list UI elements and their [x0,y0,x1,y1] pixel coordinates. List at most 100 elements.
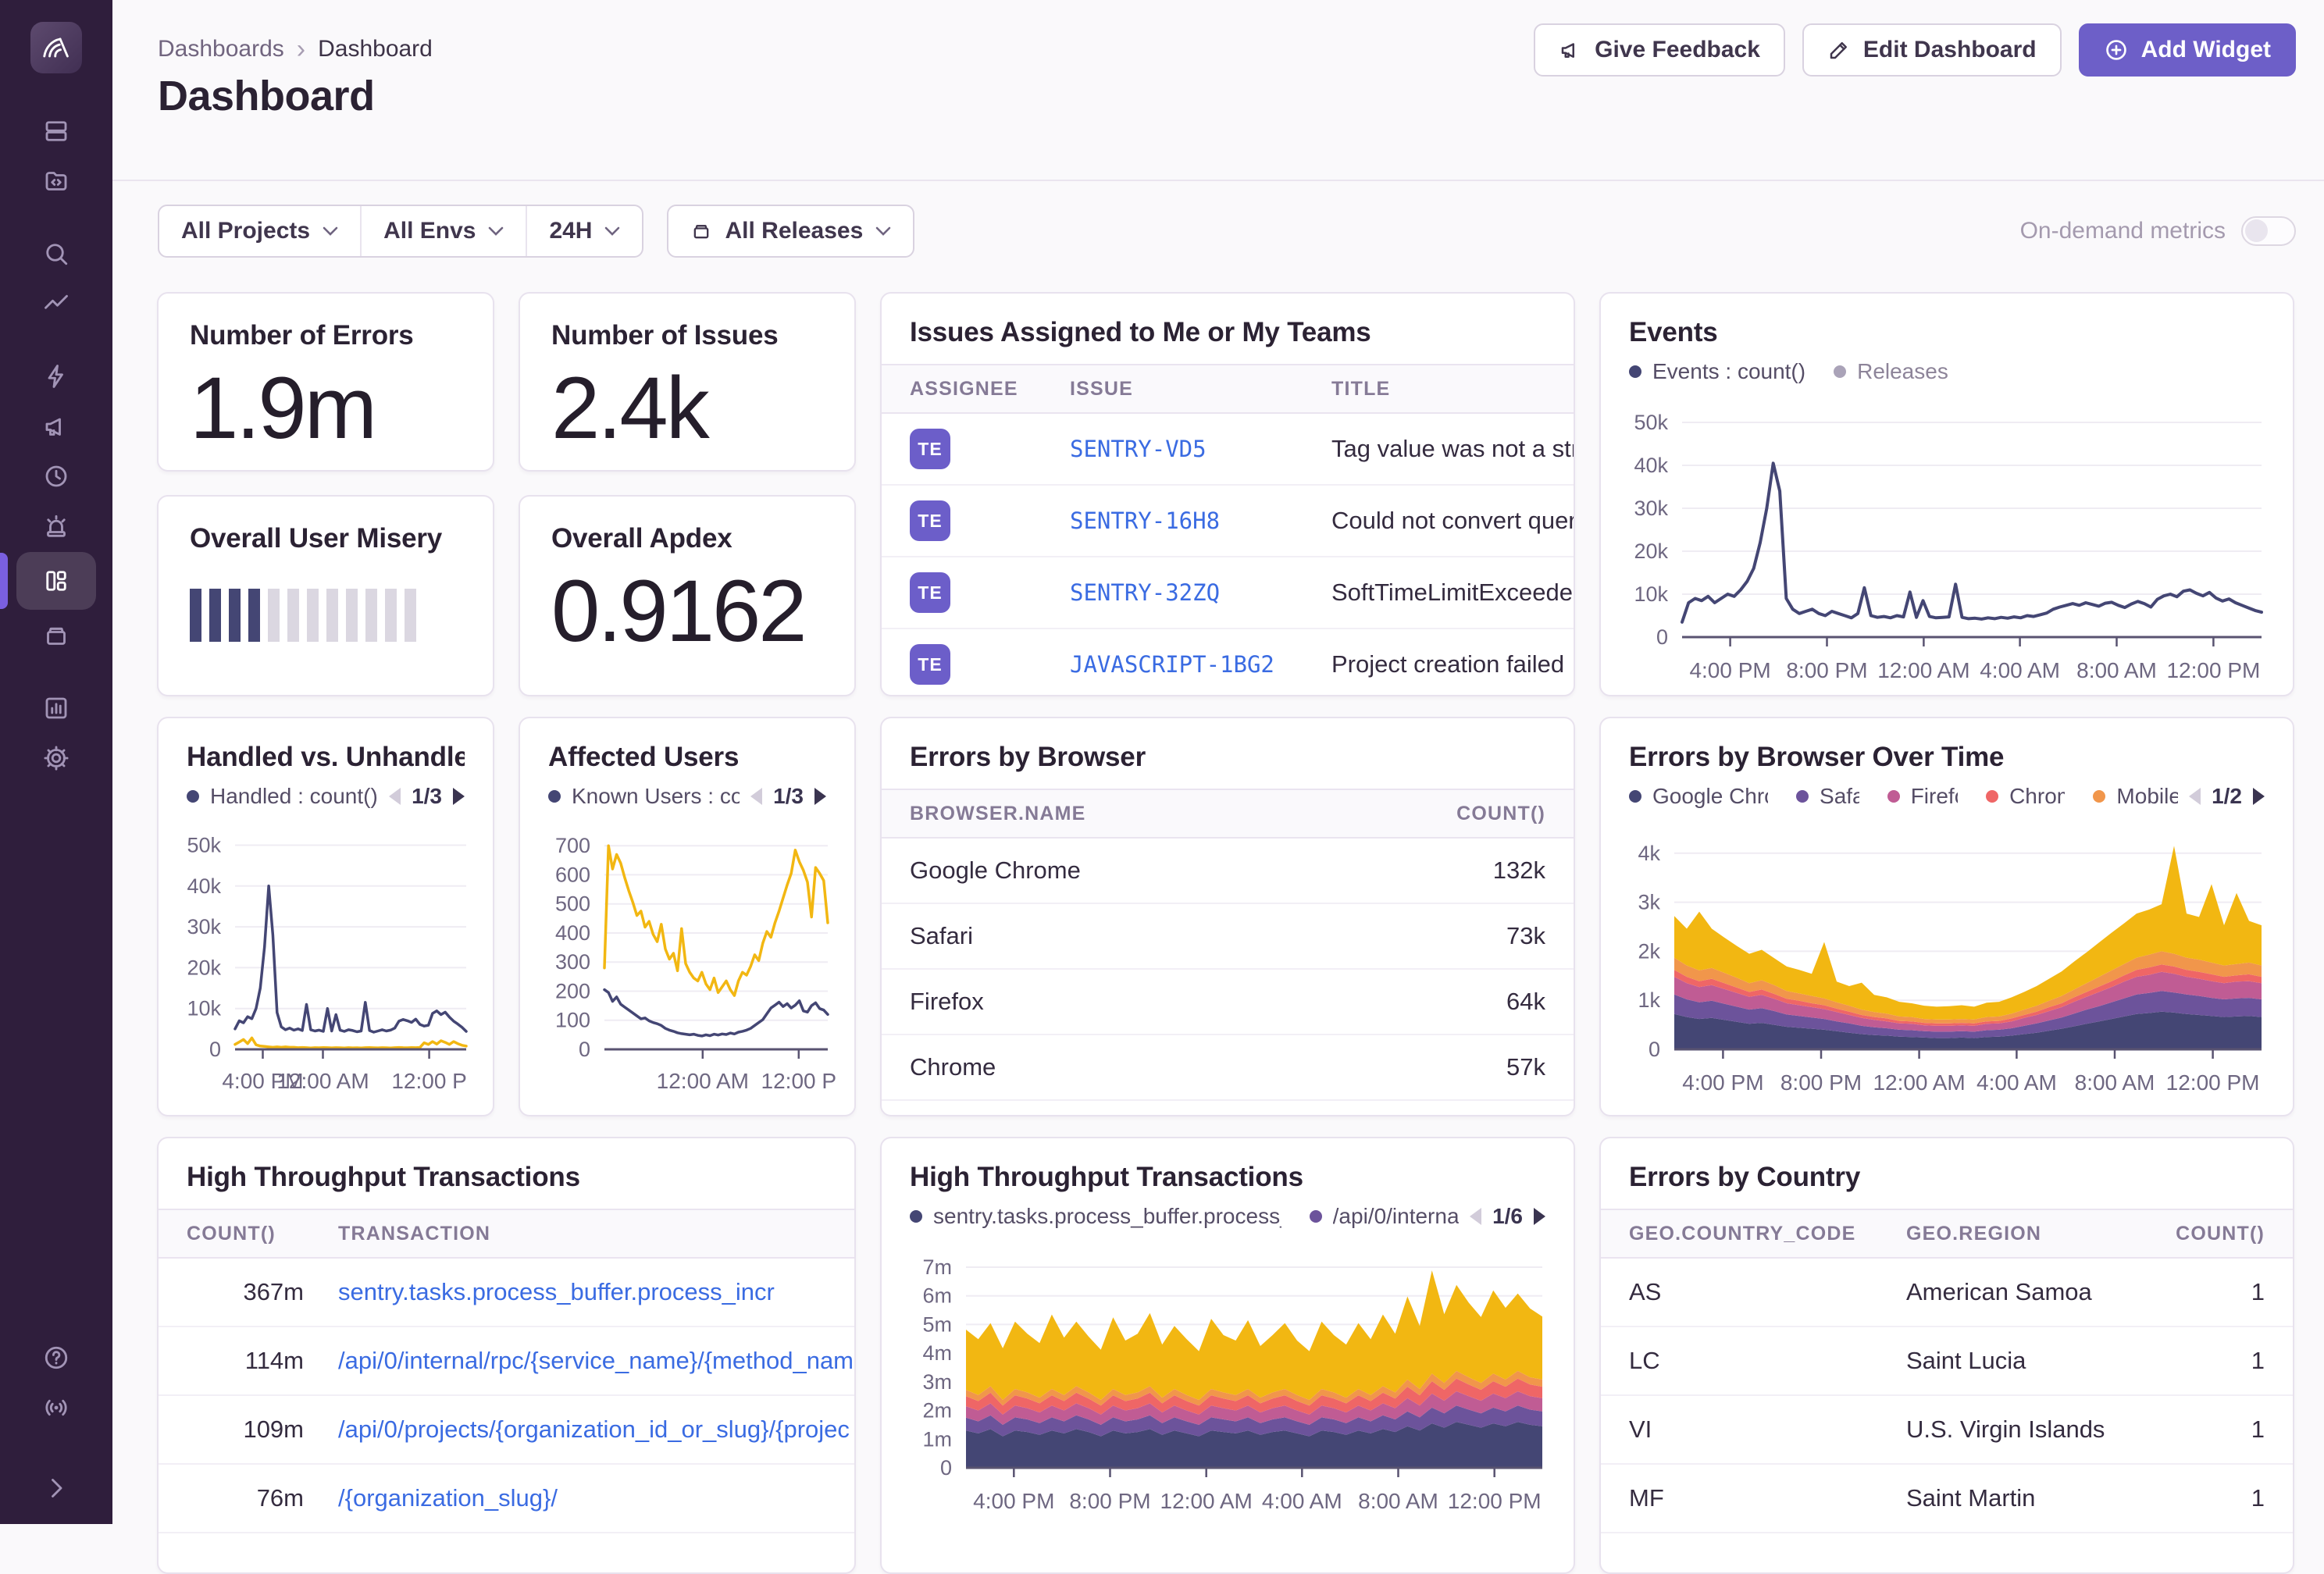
legend-item[interactable]: sentry.tasks.process_buffer.process_incr [910,1204,1281,1229]
misery-bar-segment [229,589,241,642]
assignee-avatar[interactable]: TE [910,644,950,685]
sentry-logo[interactable] [30,22,82,73]
breadcrumb-dashboards-link[interactable]: Dashboards [158,36,284,62]
assignee-avatar[interactable]: TE [910,429,950,469]
legend-item[interactable]: Handled : count() [187,784,378,809]
sidebar-item-alerts[interactable] [16,502,96,550]
svg-text:500: 500 [555,892,590,916]
pager-next-arrow[interactable] [453,788,465,805]
legend-pager: 1/3 [740,784,826,809]
svg-text:700: 700 [555,834,590,857]
pager-next-arrow[interactable] [814,788,826,805]
legend-item[interactable]: Google Chrome [1629,784,1768,809]
pager-prev-arrow[interactable] [1470,1208,1481,1225]
transaction-link[interactable]: /api/0/projects/{organization_id_or_slug… [338,1416,850,1443]
issues-assigned-table: ASSIGNEEISSUETITLETESENTRY-VD5Tag value … [882,364,1574,696]
svg-text:30k: 30k [1634,497,1668,520]
transaction-link[interactable]: /{organization_slug}/ [338,1484,558,1512]
toggle-knob [2245,219,2268,242]
sidebar-item-collapse[interactable] [16,1464,96,1512]
give-feedback-button[interactable]: Give Feedback [1534,23,1785,77]
pager-prev-arrow[interactable] [389,788,401,805]
svg-text:2k: 2k [1638,939,1660,963]
svg-text:6m: 6m [922,1284,952,1308]
legend-item[interactable]: Chrome [1986,784,2065,809]
add-widget-button[interactable]: Add Widget [2079,23,2296,77]
widget-title: Events [1629,317,2265,348]
plus-circle-icon [2104,37,2129,62]
issue-link[interactable]: JAVASCRIPT-1BG2 [1070,651,1274,678]
high-throughput-transactions-table: COUNT()TRANSACTION367msentry.tasks.proce… [159,1209,854,1533]
issue-link[interactable]: SENTRY-VD5 [1070,436,1207,462]
release-box-icon [42,621,70,650]
column-header: GEO.REGION [1906,1223,2152,1245]
pager-next-arrow[interactable] [1534,1208,1545,1225]
legend-item[interactable]: Firefox [1887,784,1958,809]
header-divider [112,180,2324,181]
legend-item[interactable]: Safari [1796,784,1859,809]
table-cell: 73k [1506,922,1545,949]
svg-text:4:00 AM: 4:00 AM [1976,1070,2057,1095]
pager-next-arrow[interactable] [2253,788,2265,805]
transaction-link[interactable]: sentry.tasks.process_buffer.process_incr [338,1278,775,1305]
on-demand-metrics: On-demand metrics [2020,216,2296,246]
legend-item[interactable]: /api/0/internal/r [1310,1204,1459,1229]
siren-icon [42,512,70,540]
pager-prev-arrow[interactable] [2189,788,2201,805]
sidebar-item-broadcast[interactable] [16,1383,96,1432]
on-demand-metrics-toggle[interactable] [2241,216,2296,246]
table-cell: SoftTimeLimitExceeded [1331,579,1574,606]
table-cell: 1 [2251,1484,2265,1512]
help-icon [42,1344,70,1372]
sidebar-item-issues[interactable] [16,107,96,155]
legend-label: Chrome [2009,784,2065,809]
widget-title: High Throughput Transactions [187,1162,826,1193]
table-cell: 109m [243,1416,304,1443]
sidebar-item-help[interactable] [16,1334,96,1382]
legend-item[interactable]: Known Users : cour [548,784,740,809]
issues-icon [42,117,70,145]
table-cell: Firefox [910,988,984,1015]
errors-by-browser-table: BROWSER.NAMECOUNT()Google Chrome132kSafa… [882,789,1574,1116]
environment-filter[interactable]: All Envs [360,206,526,256]
events-legend: Events : count() Releases [1629,359,2265,384]
legend-dot [1796,790,1809,803]
svg-text:40k: 40k [187,874,221,898]
legend-item[interactable]: Mobile S [2093,784,2178,809]
table-row: Safari73k [882,904,1574,970]
project-filter[interactable]: All Projects [159,206,360,256]
sidebar-item-settings[interactable] [16,734,96,782]
legend-dot [1887,790,1900,803]
sidebar-item-search[interactable] [16,230,96,278]
pager-prev-arrow[interactable] [750,788,762,805]
stat-column-1: Number of Errors 1.9m Overall User Miser… [157,292,494,696]
transaction-link[interactable]: /api/0/internal/rpc/{service_name}/{meth… [338,1347,854,1374]
trend-icon [42,290,70,318]
active-indicator [0,553,8,609]
releases-filter[interactable]: All Releases [668,206,913,256]
svg-text:100: 100 [555,1009,590,1032]
sidebar-item-performance[interactable] [16,352,96,401]
sidebar-item-stats[interactable] [16,684,96,732]
misery-bar-segment [365,589,377,642]
sidebar-item-releases[interactable] [16,611,96,660]
issue-link[interactable]: SENTRY-16H8 [1070,507,1220,534]
handled-legend: Handled : count()1/3 [187,784,465,809]
chevron-down-icon [323,226,338,236]
sidebar-item-dashboards[interactable] [16,552,96,610]
assignee-avatar[interactable]: TE [910,500,950,541]
legend-item[interactable]: Events : count() [1629,359,1805,384]
assignee-avatar[interactable]: TE [910,572,950,613]
edit-dashboard-button[interactable]: Edit Dashboard [1802,23,2062,77]
table-cell: Project creation failed [1331,650,1564,678]
sidebar-item-projects[interactable] [16,157,96,205]
time-range-filter[interactable]: 24H [526,206,642,256]
legend-item[interactable]: Releases [1834,359,1948,384]
sidebar-item-replays[interactable] [16,452,96,500]
svg-text:0: 0 [940,1456,952,1480]
sidebar-item-feedback[interactable] [16,402,96,450]
sidebar-item-explore[interactable] [16,280,96,328]
issue-link[interactable]: SENTRY-32ZQ [1070,579,1220,606]
affected_users-plot: 010020030040050060070012:00 AM12:00 P [539,828,836,1101]
legend-label: Events : count() [1652,359,1805,384]
